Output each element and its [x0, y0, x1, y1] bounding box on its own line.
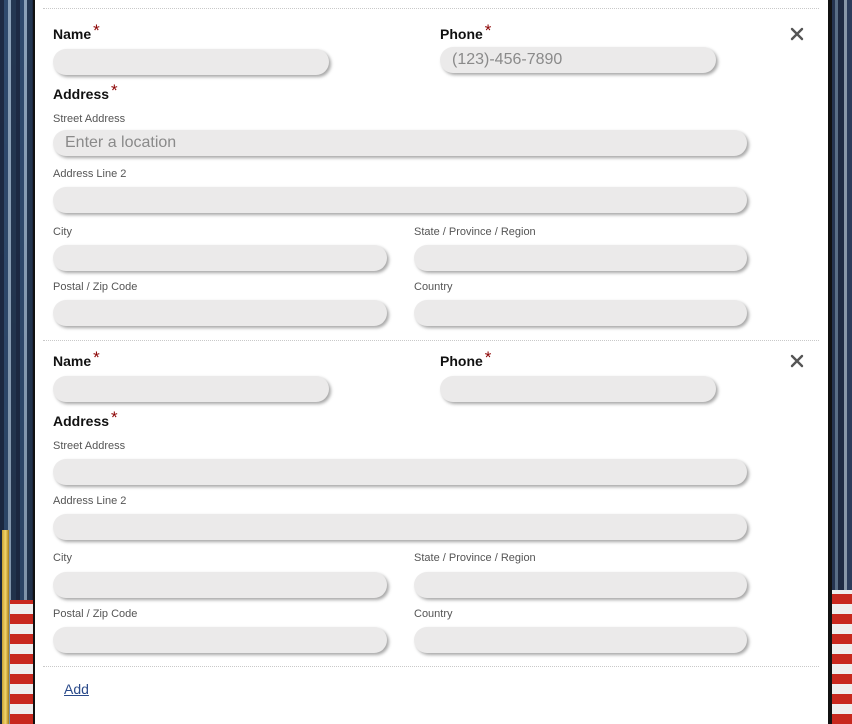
close-icon — [790, 27, 804, 41]
street-address-label: Street Address — [53, 440, 126, 452]
remove-entry-button[interactable] — [789, 26, 805, 42]
close-icon — [790, 354, 804, 368]
country-label: Country — [414, 281, 453, 293]
street-address-input[interactable] — [53, 130, 747, 156]
state-label: State / Province / Region — [414, 552, 536, 564]
background-flag — [830, 590, 852, 724]
address-line2-input[interactable] — [53, 187, 747, 213]
phone-label: Phone * — [440, 348, 492, 369]
address-line2-input[interactable] — [53, 514, 747, 540]
country-input[interactable] — [414, 300, 747, 326]
address-label: Address * — [53, 81, 118, 102]
address-entry-2: Name * Phone * Address * Street Address Add… — [35, 327, 828, 657]
entry-divider — [43, 666, 819, 667]
state-label: State / Province / Region — [414, 226, 536, 238]
background-left — [0, 0, 33, 724]
form-panel: Name* Phone* Address* Street Address Add… — [33, 0, 832, 724]
address-label: Address * — [53, 408, 118, 429]
background-pole — [2, 530, 9, 724]
name-input[interactable] — [53, 376, 329, 402]
phone-input[interactable] — [440, 47, 716, 73]
background-flag — [10, 600, 33, 724]
required-marker: * — [484, 21, 492, 40]
name-label: Name * — [53, 21, 100, 42]
required-marker: * — [93, 21, 100, 40]
country-label: Country — [414, 608, 453, 620]
state-input[interactable] — [414, 572, 747, 598]
address-line2-label: Address Line 2 — [53, 495, 127, 507]
zip-label: Postal / Zip Code — [53, 281, 138, 293]
required-marker: * — [111, 81, 118, 100]
city-input[interactable] — [53, 572, 387, 598]
street-address-label: Street Address — [53, 113, 126, 125]
required-marker: * — [484, 348, 492, 367]
city-label: City — [53, 226, 72, 238]
required-marker: * — [93, 348, 100, 367]
required-marker: * — [111, 408, 118, 427]
country-input[interactable] — [414, 627, 747, 653]
street-address-input[interactable] — [53, 459, 747, 485]
zip-label: Postal / Zip Code — [53, 608, 138, 620]
city-input[interactable] — [53, 245, 387, 271]
add-entry-link[interactable]: Add — [64, 681, 89, 697]
address-entry-1: Name* Phone* Address* Street Address Add… — [35, 0, 828, 330]
name-label: Name * — [53, 348, 100, 369]
background-right — [830, 0, 852, 724]
phone-label: Phone * — [440, 21, 492, 42]
zip-input[interactable] — [53, 300, 387, 326]
state-input[interactable] — [414, 245, 747, 271]
phone-input[interactable] — [440, 376, 716, 402]
city-label: City — [53, 552, 72, 564]
name-input[interactable] — [53, 49, 329, 75]
remove-entry-button[interactable] — [789, 353, 805, 369]
address-line2-label: Address Line 2 — [53, 168, 127, 180]
zip-input[interactable] — [53, 627, 387, 653]
